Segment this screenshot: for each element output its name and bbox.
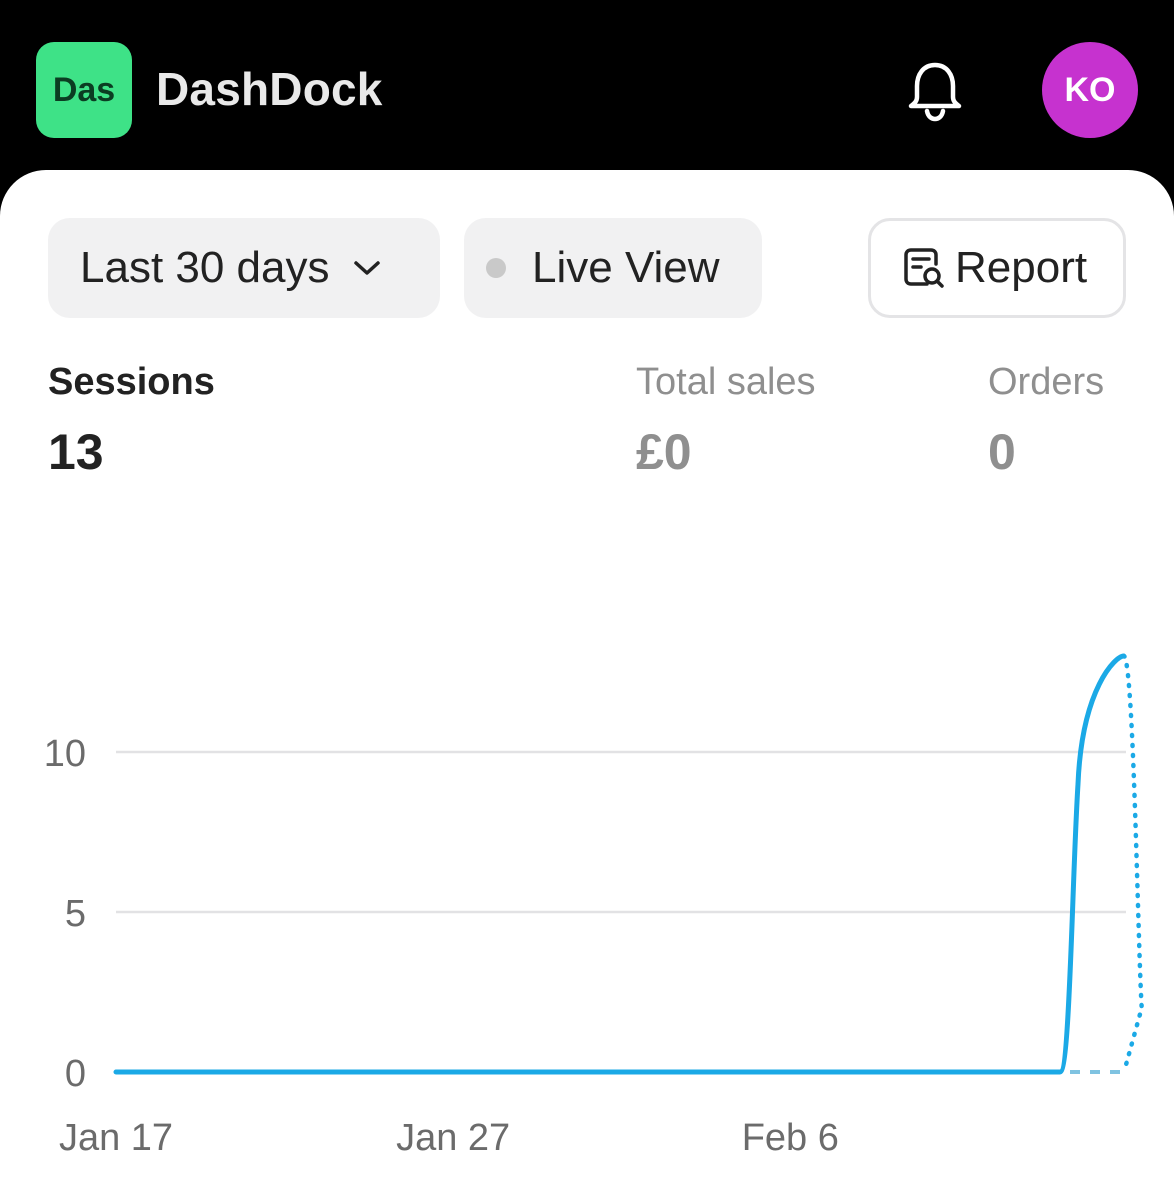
x-tick-label: Jan 17 bbox=[59, 1117, 173, 1159]
top-bar: Das DashDock KO bbox=[0, 0, 1174, 172]
y-tick-label: 10 bbox=[44, 733, 86, 775]
x-tick-label: Feb 6 bbox=[742, 1117, 839, 1159]
series-line-solid bbox=[113, 653, 1127, 1075]
app-logo-text: Das bbox=[52, 70, 116, 109]
sessions-line-chart: 0 5 10 Jan 17 Jan 27 Feb 6 bbox=[44, 653, 1144, 1159]
notifications-button[interactable] bbox=[900, 58, 970, 128]
y-tick-label: 5 bbox=[65, 893, 86, 935]
app-logo[interactable]: Das bbox=[36, 42, 132, 138]
avatar-initials: KO bbox=[1064, 70, 1116, 109]
app-title: DashDock bbox=[156, 63, 383, 115]
bell-icon bbox=[905, 59, 965, 128]
user-avatar[interactable]: KO bbox=[1042, 42, 1138, 138]
y-tick-label: 0 bbox=[65, 1053, 86, 1095]
series-line-dotted bbox=[1121, 653, 1144, 1075]
x-tick-label: Jan 27 bbox=[396, 1117, 510, 1159]
